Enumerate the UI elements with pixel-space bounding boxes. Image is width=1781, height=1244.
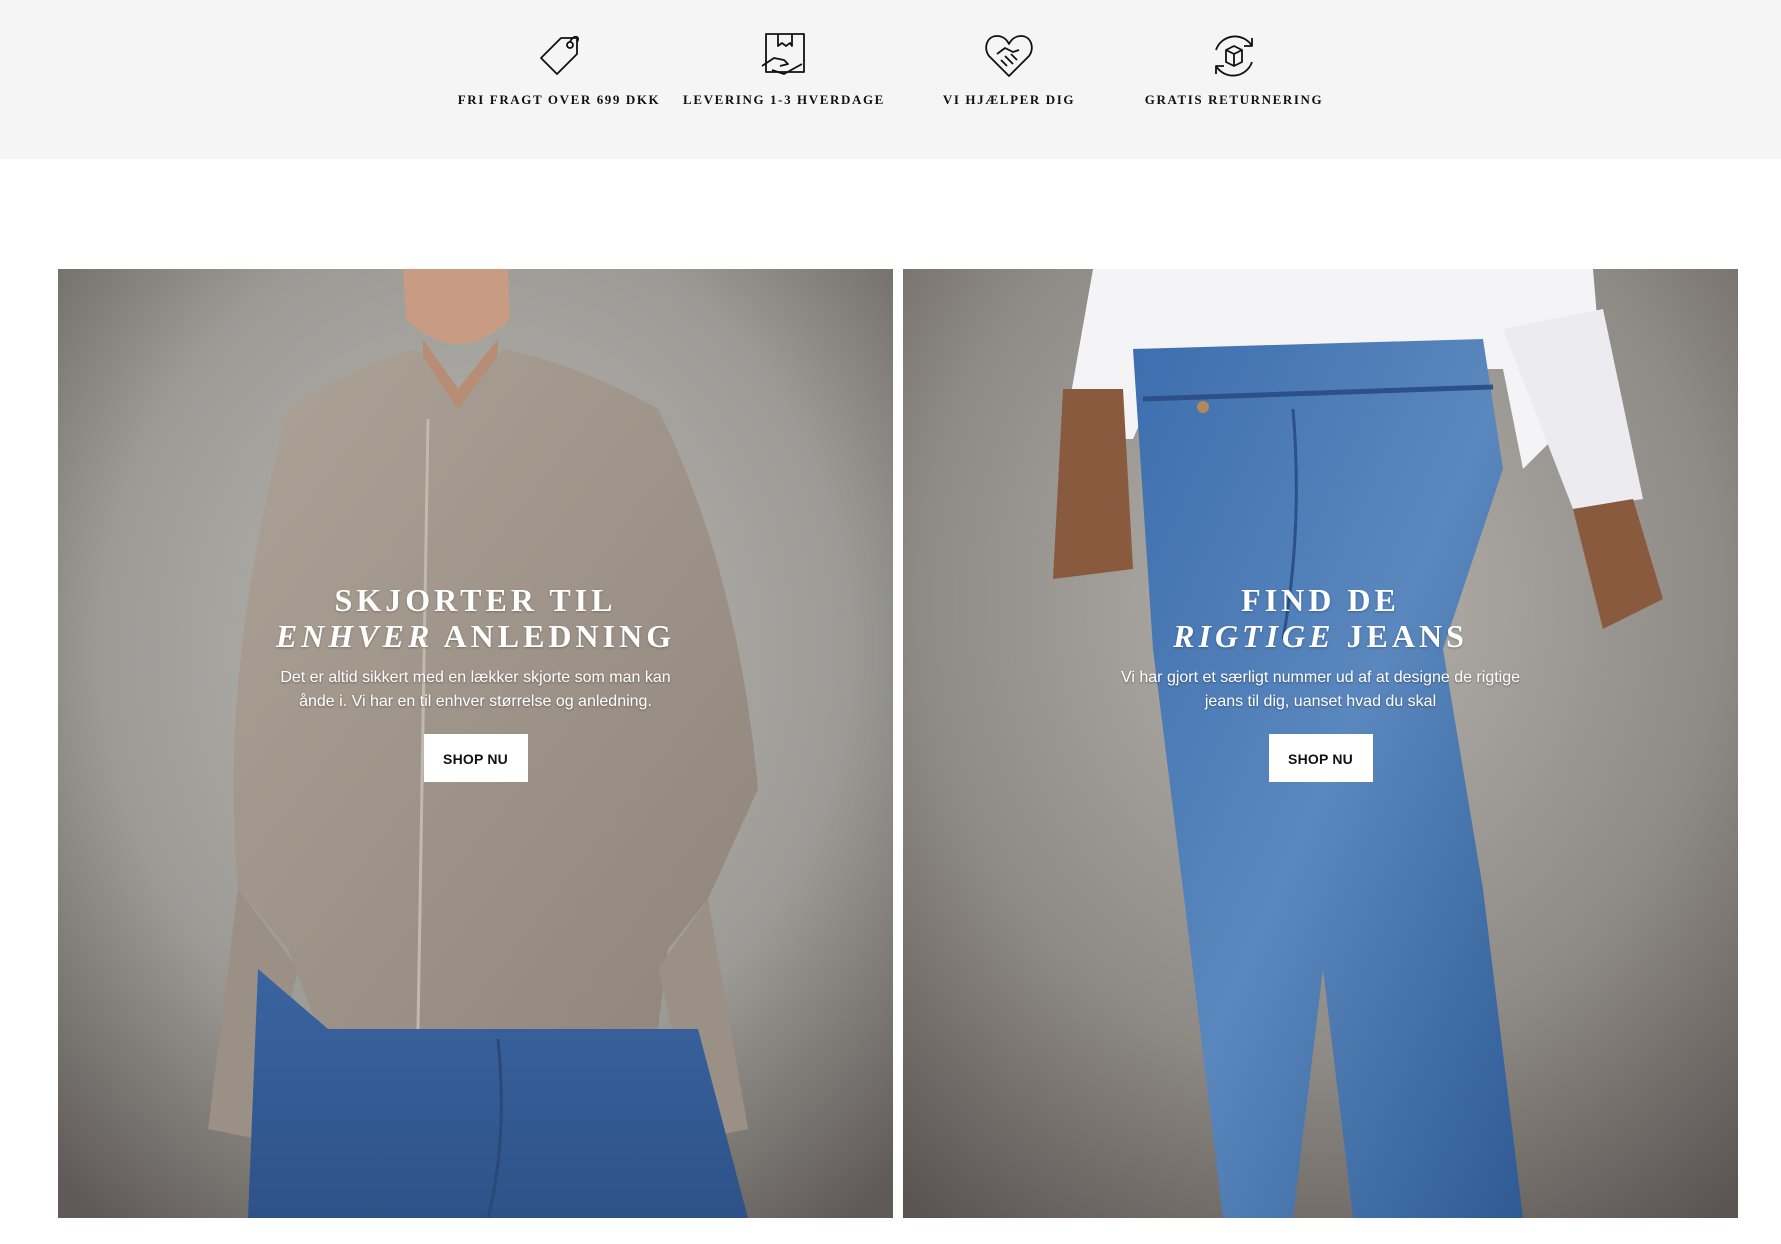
price-tag-icon (540, 35, 579, 75)
promo-content: SKJORTER TIL ENHVER ANLEDNING Det er alt… (58, 582, 893, 782)
usp-free-shipping: FRI FRAGT OVER 699 DKK (449, 30, 669, 108)
promo-title-line1: SKJORTER TIL (334, 582, 617, 618)
promo-title-emphasis: RIGTIGE (1173, 618, 1335, 654)
promo-title-rest: JEANS (1334, 618, 1468, 654)
promo-title-line1: FIND DE (1241, 582, 1400, 618)
heart-handshake-icon (985, 35, 1033, 77)
shop-now-button[interactable]: SHOP NU (423, 734, 528, 782)
usp-help: VI HJÆLPER DIG (899, 30, 1119, 108)
promo-shirts: SKJORTER TIL ENHVER ANLEDNING Det er alt… (58, 269, 893, 1218)
promo-text: Vi har gjort et særligt nummer ud af at … (1120, 669, 1521, 710)
promo-text: Det er altid sikkert med en lækker skjor… (280, 669, 671, 710)
promo-title-rest: ANLEDNING (433, 618, 676, 654)
promo-title: FIND DE RIGTIGE JEANS (903, 582, 1738, 654)
usp-delivery: LEVERING 1-3 HVERDAGE (674, 30, 894, 108)
promo-title-emphasis: ENHVER (275, 618, 434, 654)
shop-now-button[interactable]: SHOP NU (1268, 734, 1373, 782)
promo-title: SKJORTER TIL ENHVER ANLEDNING (58, 582, 893, 654)
usp-label: VI HJÆLPER DIG (942, 92, 1076, 107)
return-box-icon (1215, 35, 1253, 77)
usp-label: FRI FRAGT OVER 699 DKK (457, 92, 661, 107)
usp-label: GRATIS RETURNERING (1144, 92, 1324, 107)
promo-content: FIND DE RIGTIGE JEANS Vi har gjort et sæ… (903, 582, 1738, 782)
promo-jeans: FIND DE RIGTIGE JEANS Vi har gjort et sæ… (903, 269, 1738, 1218)
usp-bar: FRI FRAGT OVER 699 DKK LEVERING 1-3 HVER… (0, 0, 1781, 159)
package-delivery-icon (761, 33, 805, 75)
usp-label: LEVERING 1-3 HVERDAGE (683, 92, 885, 107)
usp-returns: GRATIS RETURNERING (1124, 30, 1344, 108)
